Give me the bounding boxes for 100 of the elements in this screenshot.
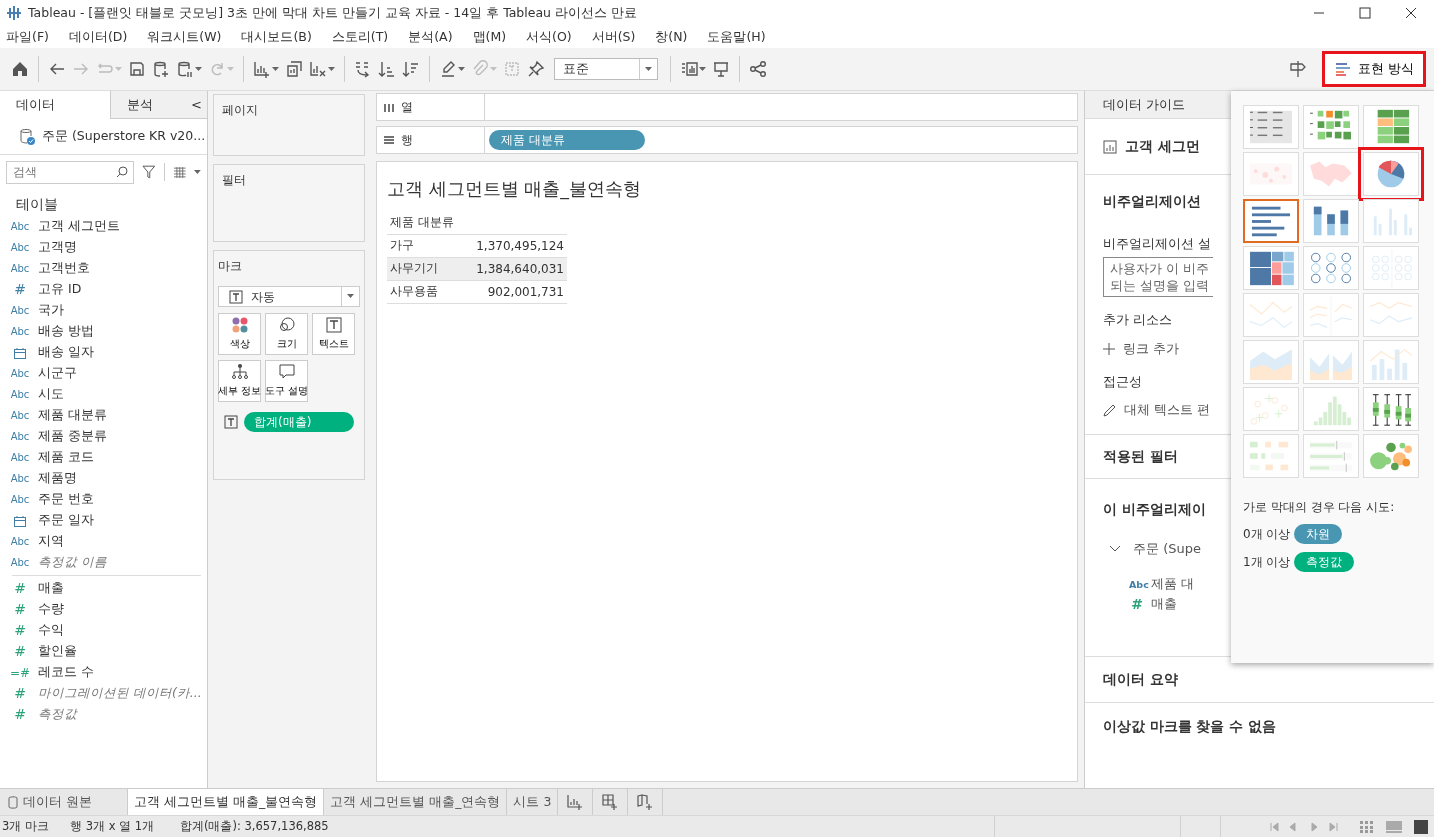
field-item[interactable]: 제품 중분류 (38, 427, 107, 447)
dropdown-field[interactable]: 표준 (554, 58, 658, 80)
field-type-icon: Abc (6, 555, 34, 571)
share-icon (749, 60, 767, 78)
text-label-icon (503, 60, 521, 78)
field-item[interactable]: 매출 (38, 579, 64, 599)
field-item[interactable]: 시도 (38, 385, 64, 405)
menu-item[interactable]: 서식(O) (520, 27, 578, 47)
menu-item[interactable]: 파일(F) (0, 27, 55, 47)
duplicate-sheet-icon (285, 60, 303, 78)
datasource-name[interactable]: 주문 (Supe (1133, 539, 1201, 559)
section-heading: 테이블 (15, 195, 59, 214)
field-item[interactable]: 수량 (38, 600, 64, 620)
section-heading: 적용된 필터 (1103, 447, 1178, 467)
field-type-icon: # (6, 641, 34, 663)
menu-item[interactable]: 스토리(T) (325, 27, 395, 47)
filter-icon (142, 165, 156, 179)
menu-item[interactable]: 워크시트(W) (141, 27, 228, 47)
field-item[interactable]: 제품 코드 (38, 448, 94, 468)
pane-tab[interactable]: 분석 (110, 91, 186, 119)
menu-item[interactable]: 분석(A) (402, 27, 459, 47)
menu-item[interactable]: 대시보드(B) (235, 27, 318, 47)
shelf[interactable]: 열 (376, 93, 1078, 121)
description-field[interactable]: 사용자가 이 비주 되는 설명을 입력 (1103, 257, 1213, 297)
marks-button[interactable]: 색상 (218, 313, 261, 355)
menu-item[interactable]: 창(N) (649, 27, 694, 47)
section-label: 추가 리소스 (1103, 311, 1172, 329)
field-type-icon: Abc (6, 408, 34, 424)
shelf-label: 행 (401, 132, 413, 149)
field-item[interactable]: 주문 일자 (38, 511, 94, 531)
marks-button[interactable]: 도구 설명 (265, 360, 308, 402)
mark-type-dropdown[interactable]: 자동 (218, 286, 360, 307)
field-item[interactable]: 고객명 (38, 238, 77, 258)
marks-button[interactable]: 세부 정보 (218, 360, 261, 402)
menu-item[interactable]: 서버(S) (585, 27, 642, 47)
sort-descending-icon (402, 60, 420, 78)
signpost-icon (1287, 59, 1308, 79)
alt-text-link[interactable]: 대체 텍스트 편 (1124, 401, 1210, 420)
add-link[interactable]: 링크 추가 (1123, 339, 1179, 359)
home-icon (11, 60, 29, 78)
caret-icon (328, 66, 335, 72)
chart-type-thumbnail[interactable] (1243, 199, 1299, 243)
field-label: 비주얼리제이션 설 (1103, 235, 1211, 254)
show-me-button[interactable]: 표현 방식 (1321, 51, 1426, 87)
field-item[interactable]: 제품 대분류 (38, 406, 107, 426)
field-type-icon: Abc (6, 450, 34, 466)
caret-icon (347, 294, 354, 299)
table-cell: 1,384,640,031 (452, 257, 567, 280)
field-type-icon: Abc (6, 429, 34, 445)
field-item[interactable]: 측정값 (38, 705, 77, 725)
field-item[interactable]: 측정값 이름 (38, 553, 107, 573)
field-item[interactable]: 배송 방법 (38, 322, 94, 342)
pane-tab[interactable]: 데이터 가이드 (1103, 97, 1186, 112)
field-type-icon: Abc (6, 261, 34, 277)
field-item[interactable]: 시군구 (38, 364, 77, 384)
datasource-name[interactable]: 주문 (Superstore KR v20... (42, 127, 206, 146)
field-item[interactable]: 고유 ID (38, 280, 82, 300)
field-item[interactable]: 국가 (38, 301, 64, 321)
field-type-icon: # (6, 704, 34, 726)
clear-sheet-icon (309, 60, 327, 78)
row-header: 사무기기 (387, 257, 453, 280)
field-item[interactable]: 수익 (38, 621, 64, 641)
column-header: 제품 대분류 (387, 212, 567, 234)
color-dots-icon (230, 316, 249, 335)
database-check-icon (18, 127, 36, 146)
card-title: 페이지 (222, 103, 258, 117)
text-icon (229, 289, 243, 304)
app-logo-icon (6, 5, 22, 21)
field-item[interactable]: 레코드 수 (38, 663, 94, 683)
field-item[interactable]: 주문 번호 (38, 490, 94, 510)
presentation-icon (712, 60, 730, 78)
single-view-icon (1414, 819, 1428, 834)
menu-item[interactable]: 맵(M) (466, 27, 513, 47)
field-item[interactable]: 고객 세그먼트 (38, 217, 120, 237)
field-item[interactable]: 할인율 (38, 642, 77, 662)
menu-item[interactable]: 도움말(H) (701, 27, 772, 47)
section-heading: 데이터 요약 (1103, 670, 1178, 690)
highlighter-icon (439, 60, 457, 78)
calendar-icon (13, 514, 27, 528)
caret-icon (272, 66, 279, 72)
search-field[interactable]: 검색 (6, 160, 134, 184)
field-type-icon: Abc (6, 387, 34, 403)
field-item[interactable]: 고객번호 (38, 259, 90, 279)
field-type-icon: Abc (6, 219, 34, 235)
field-item[interactable]: 지역 (38, 532, 64, 552)
marks-button[interactable]: 크기 (265, 313, 308, 355)
field-item[interactable]: 배송 일자 (38, 343, 94, 363)
field-type-icon: # (6, 599, 34, 621)
window-title: Tableau - [플랜잇 태블로 굿모닝] 3초 만에 막대 차트 만들기 교육 자료 - 14일 후 Tableau 라이선스 만료 (28, 3, 637, 22)
field-type-icon: Abc (6, 534, 34, 550)
menu-item[interactable]: 데이터(D) (62, 27, 134, 47)
field-item[interactable]: 마이그레이션된 데이터(카... (38, 684, 202, 704)
grid-view-icon (1360, 820, 1374, 833)
sheet-tab[interactable]: 고객 세그먼트별 매출_불연속형 (128, 789, 325, 815)
card-title: 마크 (218, 258, 243, 275)
field-item[interactable]: 제품명 (38, 469, 77, 489)
requirement-text: 0개 이상 (1243, 526, 1291, 543)
marks-button[interactable]: 텍스트 (312, 313, 355, 355)
pencil-icon (1103, 404, 1116, 418)
shelf[interactable]: 행 제품 대분류 (376, 126, 1078, 154)
